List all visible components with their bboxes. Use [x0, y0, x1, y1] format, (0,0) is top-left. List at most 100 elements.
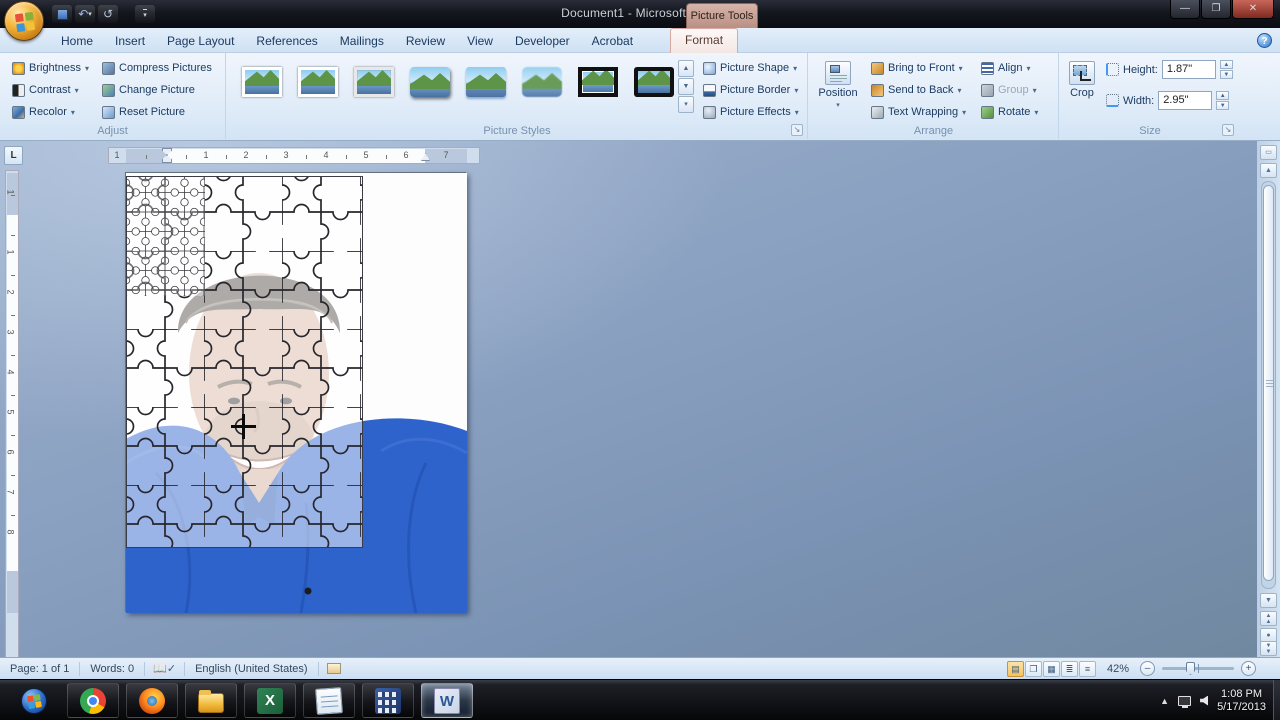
taskbar-clock[interactable]: 1:08 PM 5/17/2013	[1217, 688, 1266, 714]
word-count[interactable]: Words: 0	[80, 662, 145, 676]
macro-recording-icon[interactable]	[327, 663, 341, 674]
arrange-group-label: Arrange	[809, 125, 1058, 137]
tab-format[interactable]: Format	[670, 28, 738, 53]
previous-page-button[interactable]: ▲▲	[1260, 611, 1277, 626]
width-field-row: Width: 2.95" ▲▼	[1106, 91, 1229, 110]
tab-insert[interactable]: Insert	[104, 30, 156, 53]
scrollbar-thumb[interactable]	[1263, 185, 1274, 581]
picture-shape-button[interactable]: Picture Shape▾	[699, 58, 803, 78]
brightness-button[interactable]: Brightness▾	[8, 58, 93, 78]
height-input[interactable]: 1.87"	[1162, 60, 1216, 79]
next-page-button[interactable]: ▼▼	[1260, 641, 1277, 656]
scroll-up-button[interactable]: ▲	[1260, 163, 1277, 178]
zoom-slider-thumb[interactable]	[1186, 662, 1195, 675]
picture-style-soft-edge-rectangle[interactable]	[517, 60, 567, 104]
picture-style-simple-frame-black[interactable]	[629, 60, 679, 104]
tray-expand-icon[interactable]: ▲	[1160, 696, 1169, 706]
zoom-level[interactable]: 42%	[1107, 663, 1129, 675]
taskbar-app-word[interactable]: W	[421, 683, 473, 718]
scroll-down-button[interactable]: ▼	[1260, 593, 1277, 608]
gallery-scroll-down-button[interactable]: ▼	[678, 78, 694, 95]
minimize-button[interactable]: —	[1170, 0, 1200, 19]
tab-mailings[interactable]: Mailings	[329, 30, 395, 53]
picture-styles-dialog-launcher[interactable]: ↘	[791, 124, 803, 136]
zoom-out-button[interactable]: –	[1140, 661, 1155, 676]
close-button[interactable]: ✕	[1232, 0, 1274, 19]
taskbar-app-notepad[interactable]	[303, 683, 355, 718]
size-dialog-launcher[interactable]: ↘	[1222, 124, 1234, 136]
position-button[interactable]: Position ▾	[815, 55, 861, 109]
gallery-scroll-up-button[interactable]: ▲	[678, 60, 694, 77]
tab-page-layout[interactable]: Page Layout	[156, 30, 245, 53]
contrast-button[interactable]: Contrast▾	[8, 80, 93, 100]
width-up-button[interactable]: ▲	[1216, 91, 1229, 100]
reset-picture-button[interactable]: Reset Picture	[98, 102, 216, 122]
zoom-in-button[interactable]: +	[1241, 661, 1256, 676]
tab-developer[interactable]: Developer	[504, 30, 581, 53]
width-down-button[interactable]: ▼	[1216, 101, 1229, 110]
change-picture-button[interactable]: Change Picture	[98, 80, 216, 100]
volume-icon[interactable]	[1200, 696, 1208, 706]
taskbar-app-windows-explorer[interactable]	[185, 683, 237, 718]
tab-home[interactable]: Home	[50, 30, 104, 53]
gallery-more-button[interactable]: ▾	[678, 96, 694, 113]
language-indicator[interactable]: English (United States)	[184, 662, 319, 676]
height-field-row: Height: 1.87" ▲▼	[1106, 60, 1233, 79]
send-to-back-button[interactable]: Send to Back▾	[867, 80, 970, 100]
start-button[interactable]	[8, 683, 60, 718]
page-indicator[interactable]: Page: 1 of 1	[0, 662, 80, 676]
chevron-down-icon: ▾	[794, 86, 798, 95]
crop-button[interactable]: Crop	[1062, 55, 1102, 99]
horizontal-ruler[interactable]: 11234567	[108, 147, 480, 164]
picture-style-reflected-rectangle[interactable]	[461, 60, 511, 104]
width-input[interactable]: 2.95"	[1158, 91, 1212, 110]
office-button[interactable]	[4, 1, 44, 41]
tab-review[interactable]: Review	[395, 30, 456, 53]
proofing-status-icon[interactable]: 📖✓	[153, 662, 176, 675]
scrollbar-track[interactable]	[1261, 181, 1276, 589]
taskbar-app-firefox[interactable]	[126, 683, 178, 718]
tab-references[interactable]: References	[245, 30, 328, 53]
height-up-button[interactable]: ▲	[1220, 60, 1233, 69]
view-button-outline[interactable]: ≣	[1061, 661, 1078, 677]
text-wrapping-button[interactable]: Text Wrapping▾	[867, 102, 970, 122]
compress-pictures-button[interactable]: Compress Pictures	[98, 58, 216, 78]
tab-view[interactable]: View	[456, 30, 504, 53]
restore-button[interactable]: ❐	[1201, 0, 1231, 19]
zoom-slider-track[interactable]	[1162, 667, 1234, 670]
view-button-web-layout[interactable]: ▦	[1043, 661, 1060, 677]
ruler-toggle-button[interactable]: ▭	[1260, 145, 1277, 160]
help-button[interactable]: ?	[1257, 33, 1272, 48]
picture-style-metal-frame[interactable]	[349, 60, 399, 104]
view-button-draft[interactable]: ≡	[1079, 661, 1096, 677]
picture-style-compound-frame-black[interactable]	[573, 60, 623, 104]
text-wrapping-icon	[871, 106, 884, 119]
bring-to-front-button[interactable]: Bring to Front▾	[867, 58, 970, 78]
tab-acrobat[interactable]: Acrobat	[581, 30, 644, 53]
ruler-margin-number: 1	[114, 150, 119, 160]
show-desktop-button[interactable]	[1273, 680, 1280, 720]
picture-style-beveled-matte-white[interactable]	[293, 60, 343, 104]
taskbar-app-excel[interactable]: X	[244, 683, 296, 718]
network-icon[interactable]	[1178, 696, 1191, 706]
rotate-button[interactable]: Rotate▾	[977, 102, 1042, 122]
height-down-button[interactable]: ▼	[1220, 70, 1233, 79]
taskbar-app-movie-maker[interactable]	[362, 683, 414, 718]
brightness-icon	[12, 62, 25, 75]
picture-border-button[interactable]: Picture Border▾	[699, 80, 803, 100]
recolor-button[interactable]: Recolor▾	[8, 102, 93, 122]
group-button[interactable]: Group▾	[977, 80, 1042, 100]
align-button[interactable]: Align▾	[977, 58, 1042, 78]
document-page[interactable]	[125, 172, 466, 612]
picture-style-drop-shadow-rectangle[interactable]	[405, 60, 455, 104]
vertical-ruler[interactable]: 112345678	[5, 170, 19, 658]
picture-style-simple-frame-white[interactable]	[237, 60, 287, 104]
view-button-full-screen-reading[interactable]: ❐	[1025, 661, 1042, 677]
view-button-print-layout[interactable]: ▤	[1007, 661, 1024, 677]
photo-of-man-in-blue-shirt[interactable]	[126, 173, 467, 613]
picture-effects-button[interactable]: Picture Effects▾	[699, 102, 803, 122]
taskbar-app-chrome[interactable]	[67, 683, 119, 718]
arrange-group: Position ▾ Bring to Front▾Send to Back▾T…	[809, 53, 1059, 139]
reset-picture-icon	[102, 106, 115, 119]
tab-stop-selector[interactable]: L	[4, 146, 23, 165]
